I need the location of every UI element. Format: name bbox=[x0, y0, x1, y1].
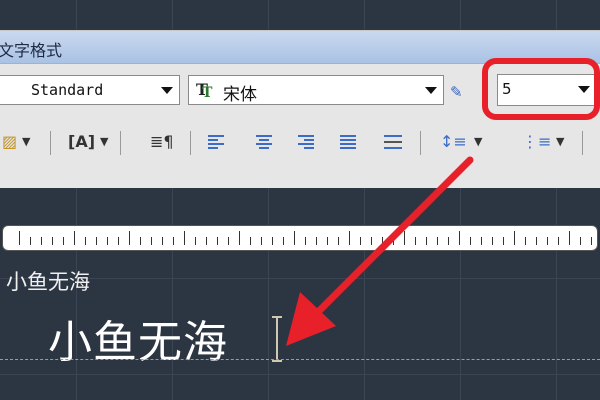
ruler-tick bbox=[327, 237, 328, 245]
color-icon[interactable]: ▨ bbox=[2, 127, 17, 157]
ruler-tick bbox=[514, 231, 515, 245]
ruler-tick bbox=[415, 237, 416, 245]
ruler-tick bbox=[569, 231, 570, 245]
text-cursor bbox=[272, 316, 282, 362]
ruler-tick bbox=[261, 237, 262, 245]
ruler-tick bbox=[547, 237, 548, 245]
chevron-down-icon[interactable] bbox=[425, 87, 437, 94]
toolbar-divider bbox=[582, 131, 583, 155]
ruler-tick bbox=[239, 231, 240, 245]
toolbar-divider bbox=[420, 131, 421, 155]
chevron-down-icon[interactable]: ▼ bbox=[100, 127, 108, 157]
font-dropdown[interactable]: TT 宋体 bbox=[188, 75, 444, 105]
ruler-tick bbox=[503, 237, 504, 245]
font-value: 宋体 bbox=[223, 85, 257, 105]
ruler-tick bbox=[195, 237, 196, 245]
justify-icon[interactable] bbox=[340, 135, 356, 149]
ruler-tick bbox=[151, 237, 152, 245]
ruler-tick bbox=[591, 237, 592, 245]
ruler-tick bbox=[316, 237, 317, 245]
ruler-tick bbox=[404, 231, 405, 245]
chevron-down-icon[interactable]: ▼ bbox=[22, 127, 30, 157]
ruler-tick bbox=[118, 237, 119, 245]
ruler-tick bbox=[437, 237, 438, 245]
ruler-tick bbox=[129, 231, 130, 245]
ruler-tick bbox=[250, 237, 251, 245]
ruler-tick bbox=[536, 237, 537, 245]
align-right-icon[interactable] bbox=[298, 135, 314, 149]
mtext-preview-label: 小鱼无海 bbox=[6, 270, 90, 294]
text-style-value: Standard bbox=[31, 81, 104, 99]
ruler-tick bbox=[184, 231, 185, 245]
text-ruler[interactable] bbox=[2, 225, 598, 251]
chevron-down-icon[interactable] bbox=[161, 87, 173, 94]
ruler-tick bbox=[228, 237, 229, 245]
paragraph-icon[interactable]: ≣¶ bbox=[150, 127, 174, 157]
ruler-tick bbox=[85, 237, 86, 245]
ruler-tick bbox=[382, 237, 383, 245]
text-style-dropdown[interactable]: Standard bbox=[0, 75, 180, 105]
ruler-tick bbox=[19, 231, 20, 245]
ruler-tick bbox=[481, 237, 482, 245]
ruler-tick bbox=[360, 237, 361, 245]
ruler-tick bbox=[393, 237, 394, 245]
ruler-tick bbox=[173, 237, 174, 245]
ruler-tick bbox=[338, 237, 339, 245]
ruler-tick bbox=[74, 231, 75, 245]
ruler-tick bbox=[283, 237, 284, 245]
ruler-tick bbox=[162, 237, 163, 245]
chevron-down-icon[interactable]: ▼ bbox=[556, 127, 564, 157]
ruler-tick bbox=[63, 237, 64, 245]
ruler-tick bbox=[349, 231, 350, 245]
distribute-icon[interactable] bbox=[384, 135, 402, 149]
ruler-tick bbox=[41, 237, 42, 245]
paragraph-toolbar: ▨ ▼ [A] ▼ ≣¶ ↕≡ ▼ ⋮≡ ▼ bbox=[0, 127, 600, 163]
ruler-tick bbox=[492, 237, 493, 245]
align-center-icon[interactable] bbox=[256, 135, 272, 149]
ruler-tick bbox=[305, 237, 306, 245]
ruler-tick bbox=[371, 237, 372, 245]
ruler-tick bbox=[580, 237, 581, 245]
chevron-down-icon[interactable]: ▼ bbox=[474, 127, 482, 157]
ruler-tick bbox=[206, 237, 207, 245]
ruler-tick bbox=[217, 237, 218, 245]
ruler-tick bbox=[426, 237, 427, 245]
text-baseline bbox=[0, 359, 600, 360]
ruler-tick bbox=[96, 237, 97, 245]
text-height-highlight bbox=[482, 58, 600, 120]
ruler-tick bbox=[52, 237, 53, 245]
ruler-tick bbox=[459, 231, 460, 245]
ruler-tick bbox=[30, 237, 31, 245]
toolbar-divider bbox=[50, 131, 51, 155]
ruler-tick bbox=[525, 237, 526, 245]
truetype-font-icon: TT bbox=[196, 80, 213, 101]
toolbar-divider bbox=[190, 131, 191, 155]
ruler-tick bbox=[294, 231, 295, 245]
dialog-title: 文字格式 bbox=[0, 41, 63, 60]
align-left-icon[interactable] bbox=[208, 135, 224, 149]
toolbar-divider bbox=[120, 131, 121, 155]
ruler-tick bbox=[448, 237, 449, 245]
line-spacing-icon[interactable]: ↕≡ bbox=[440, 127, 467, 157]
insert-field-icon[interactable]: [A] bbox=[68, 127, 95, 157]
numbering-icon[interactable]: ⋮≡ bbox=[522, 127, 551, 157]
ruler-tick bbox=[140, 237, 141, 245]
ruler-tick bbox=[107, 237, 108, 245]
ruler-tick bbox=[470, 237, 471, 245]
mtext-content[interactable]: 小鱼无海 bbox=[48, 306, 228, 370]
ruler-tick bbox=[558, 237, 559, 245]
pen-icon[interactable]: ✎ bbox=[450, 83, 463, 101]
ruler-tick bbox=[272, 237, 273, 245]
